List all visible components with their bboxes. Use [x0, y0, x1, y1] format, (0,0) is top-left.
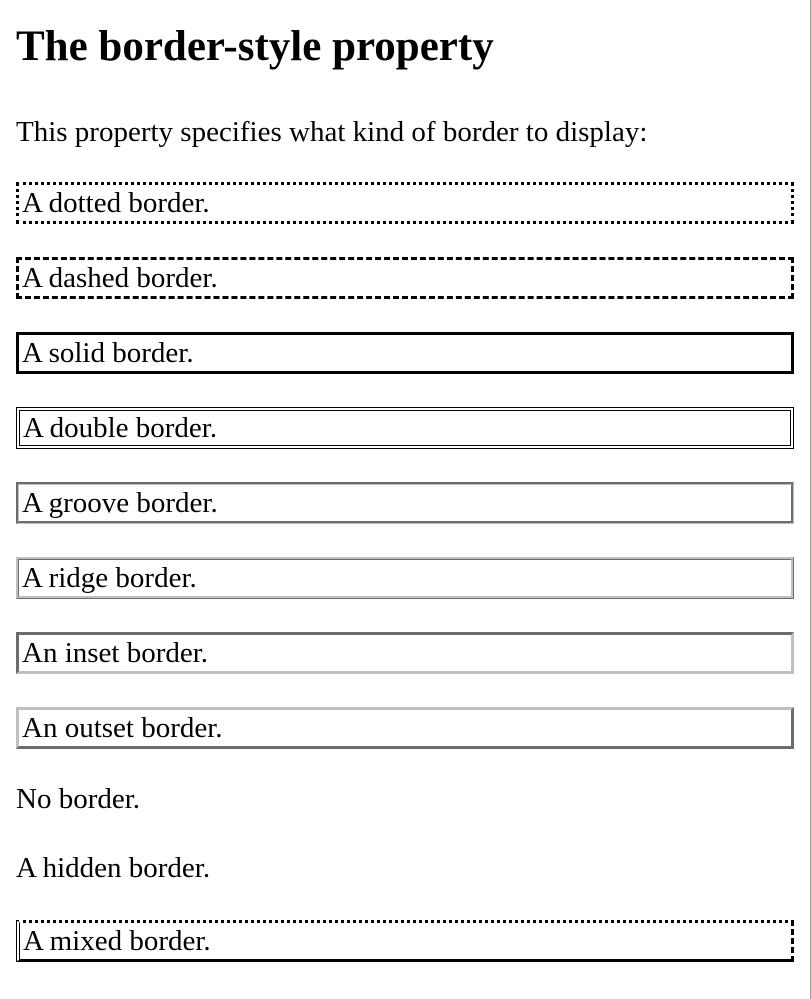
- double-border-paragraph: A double border.: [16, 407, 794, 449]
- outset-border-paragraph: An outset border.: [16, 707, 794, 749]
- page-title: The border-style property: [16, 23, 494, 70]
- dashed-border-paragraph: A dashed border.: [16, 257, 794, 299]
- hidden-border-paragraph: A hidden border.: [16, 852, 211, 884]
- no-border-paragraph: No border.: [16, 783, 141, 815]
- dotted-border-paragraph: A dotted border.: [16, 182, 794, 224]
- ridge-border-paragraph: A ridge border.: [16, 557, 794, 599]
- intro-paragraph: This property specifies what kind of bor…: [16, 116, 648, 148]
- mixed-border-paragraph: A mixed border.: [16, 920, 794, 962]
- solid-border-paragraph: A solid border.: [16, 332, 794, 374]
- inset-border-paragraph: An inset border.: [16, 632, 794, 674]
- groove-border-paragraph: A groove border.: [16, 482, 794, 524]
